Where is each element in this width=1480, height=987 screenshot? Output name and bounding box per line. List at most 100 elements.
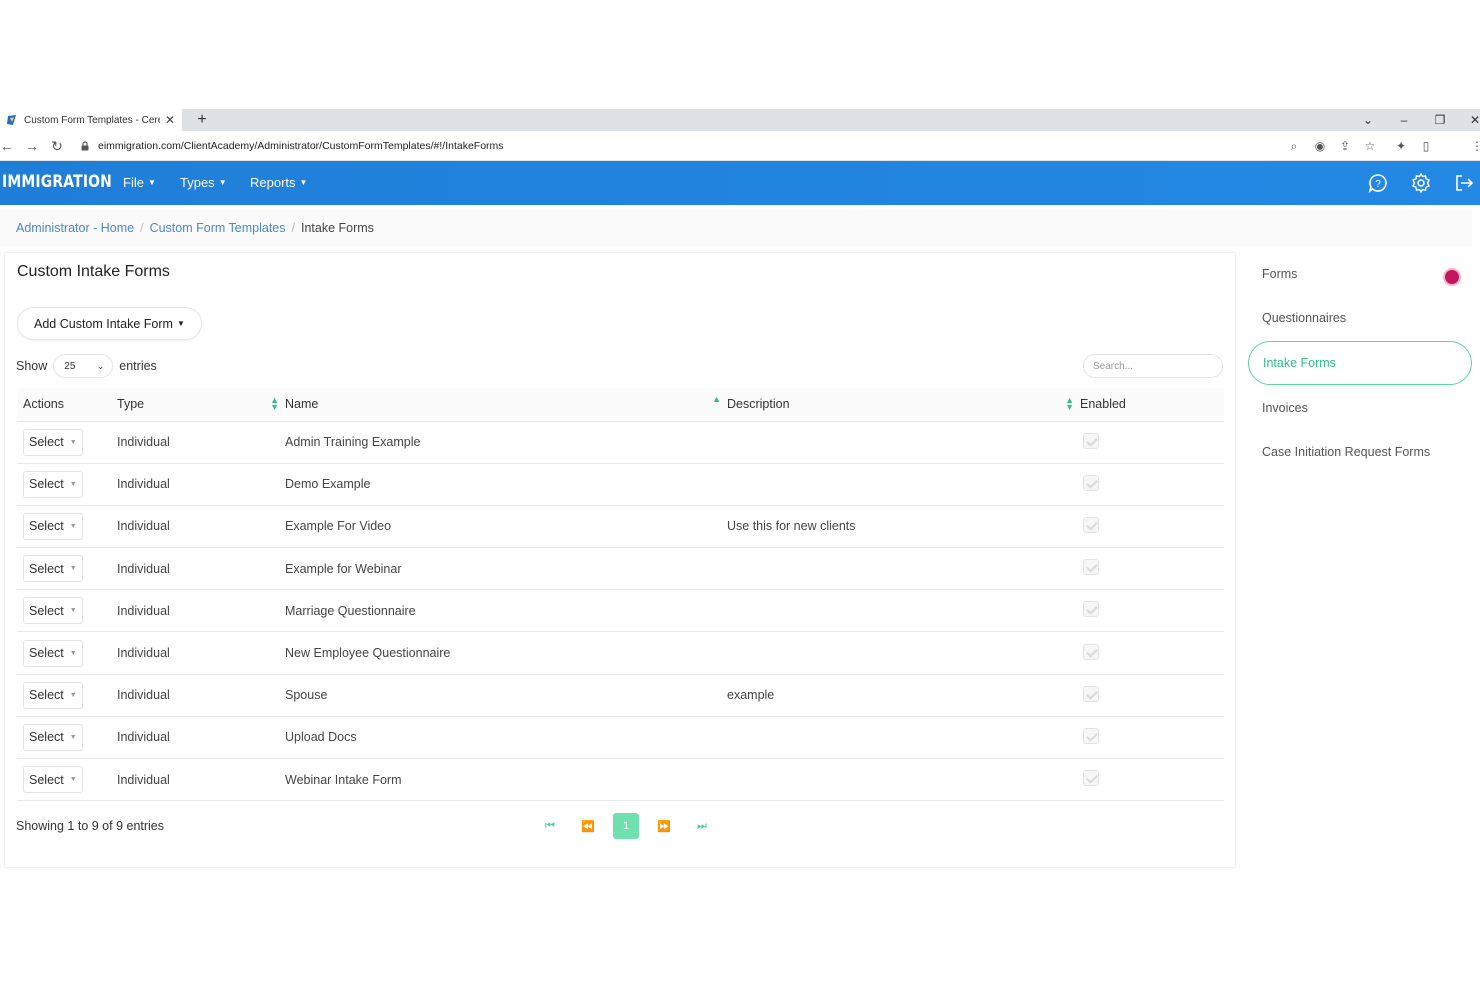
- app-header: IMMIGRATION File ▼ Types ▼ Reports ▼ ?: [0, 161, 1480, 205]
- side-nav-item-forms[interactable]: Forms: [1248, 252, 1472, 296]
- close-tab-icon[interactable]: ✕: [164, 113, 176, 127]
- zoom-icon[interactable]: ⌕: [1284, 136, 1304, 156]
- add-custom-intake-form-button[interactable]: Add Custom Intake Form ▼: [17, 307, 202, 340]
- column-header-label: Description: [727, 397, 790, 412]
- caret-down-icon: ▼: [176, 319, 185, 328]
- main-card: Custom Intake Forms Add Custom Intake Fo…: [4, 252, 1236, 868]
- lock-icon: [81, 141, 89, 151]
- previous-page-icon[interactable]: ⏪: [575, 813, 601, 839]
- first-page-icon[interactable]: ⏮: [537, 813, 563, 839]
- column-header-type[interactable]: Type ▲ ▼: [117, 388, 285, 422]
- enabled-checkbox[interactable]: [1083, 474, 1099, 491]
- tab-search-icon[interactable]: ⌄: [1353, 109, 1383, 131]
- enabled-checkbox[interactable]: [1083, 770, 1099, 787]
- side-nav-item-intake-forms[interactable]: Intake Forms: [1248, 341, 1472, 385]
- row-select-dropdown[interactable]: Select ▼: [23, 723, 83, 751]
- url-field[interactable]: eimmigration.com/ClientAcademy/Administr…: [80, 136, 504, 156]
- table-row: Select ▼ Individual Example For Video Use th…: [17, 505, 1224, 549]
- breadcrumb: Administrator - Home / Custom Form Templ…: [0, 210, 1472, 246]
- side-nav-label: Intake Forms: [1263, 356, 1336, 370]
- cell-actions: Select ▼: [17, 589, 117, 633]
- next-page-icon[interactable]: ⏩: [651, 813, 677, 839]
- cell-actions: Select ▼: [17, 505, 117, 549]
- cell-name: Example for Webinar: [285, 547, 727, 591]
- gear-icon[interactable]: [1410, 172, 1432, 194]
- brand-logo[interactable]: IMMIGRATION: [2, 172, 112, 192]
- table-row: Select ▼ Individual Webinar Intake Form: [17, 758, 1224, 802]
- column-header-actions: Actions: [17, 388, 117, 422]
- browser-tab[interactable]: Custom Form Templates - Ceren ✕: [0, 109, 182, 131]
- enabled-checkbox[interactable]: [1083, 601, 1099, 618]
- eye-icon[interactable]: ◉: [1310, 136, 1330, 156]
- column-header-description[interactable]: Description ▲ ▼: [727, 388, 1080, 422]
- enabled-checkbox[interactable]: [1083, 685, 1099, 702]
- row-select-dropdown[interactable]: Select ▼: [23, 428, 83, 456]
- side-nav-item-questionnaires[interactable]: Questionnaires: [1248, 296, 1472, 340]
- entries-count-select[interactable]: 25 ⌄: [53, 354, 114, 378]
- row-select-dropdown[interactable]: Select ▼: [23, 597, 83, 625]
- column-header-label: Type: [117, 397, 145, 412]
- last-page-icon[interactable]: ⏭: [689, 813, 715, 839]
- table-row: Select ▼ Individual Admin Training Example: [17, 421, 1224, 464]
- breadcrumb-separator: /: [140, 221, 144, 235]
- cell-enabled: [1080, 589, 1224, 633]
- cell-type: Individual: [117, 758, 285, 802]
- svg-text:?: ?: [1375, 179, 1381, 190]
- page-button-current[interactable]: 1: [613, 813, 639, 839]
- enabled-checkbox[interactable]: [1083, 432, 1099, 449]
- caret-down-icon: ▼: [69, 607, 77, 615]
- browser-menu-icon[interactable]: ⋮: [1467, 136, 1480, 156]
- cell-name: Admin Training Example: [285, 421, 727, 464]
- share-icon[interactable]: ⇪: [1335, 136, 1355, 156]
- column-header-enabled[interactable]: Enabled: [1080, 388, 1224, 422]
- window-close-icon[interactable]: ✕: [1460, 109, 1480, 131]
- side-nav-item-case-initiation-request-forms[interactable]: Case Initiation Request Forms: [1248, 430, 1472, 474]
- show-label: Show: [16, 359, 48, 373]
- menu-reports[interactable]: Reports ▼: [250, 175, 307, 190]
- breadcrumb-custom-form-templates[interactable]: Custom Form Templates: [150, 221, 286, 235]
- address-bar: ← → ↻ eimmigration.com/ClientAcademy/Adm…: [0, 131, 1480, 286]
- row-select-dropdown[interactable]: Select ▼: [23, 681, 83, 709]
- row-select-dropdown[interactable]: Select ▼: [23, 512, 83, 540]
- enabled-checkbox[interactable]: [1083, 559, 1099, 576]
- select-label: Select: [29, 519, 64, 534]
- screen: Custom Form Templates - Ceren ✕ + ⌄ – ❐ …: [0, 0, 1480, 987]
- cell-name: New Employee Questionnaire: [285, 631, 727, 675]
- row-select-dropdown[interactable]: Select ▼: [23, 766, 83, 794]
- reload-icon[interactable]: ↻: [47, 136, 67, 156]
- cell-type: Individual: [117, 463, 285, 506]
- extensions-puzzle-icon[interactable]: ✦: [1391, 136, 1411, 156]
- minimize-icon[interactable]: –: [1389, 109, 1419, 131]
- side-panel-icon[interactable]: ▯: [1416, 136, 1436, 156]
- help-icon[interactable]: ?: [1367, 172, 1389, 194]
- site-favicon-icon: [7, 115, 16, 125]
- bookmark-star-icon[interactable]: ☆: [1360, 136, 1380, 156]
- enabled-checkbox[interactable]: [1083, 727, 1099, 744]
- cell-actions: Select ▼: [17, 421, 117, 464]
- search-input[interactable]: Search...: [1083, 354, 1223, 378]
- row-select-dropdown[interactable]: Select ▼: [23, 639, 83, 667]
- breadcrumb-home[interactable]: Administrator - Home: [16, 221, 134, 235]
- cell-enabled: [1080, 421, 1224, 464]
- row-select-dropdown[interactable]: Select ▼: [23, 470, 83, 498]
- enabled-checkbox[interactable]: [1083, 516, 1099, 533]
- cell-actions: Select ▼: [17, 631, 117, 675]
- logout-icon[interactable]: [1453, 172, 1475, 194]
- side-nav-label: Questionnaires: [1262, 311, 1347, 325]
- url-text: eimmigration.com/ClientAcademy/Administr…: [98, 140, 504, 152]
- row-select-dropdown[interactable]: Select ▼: [23, 555, 83, 583]
- side-nav-item-invoices[interactable]: Invoices: [1248, 386, 1472, 430]
- entries-label: entries: [119, 359, 157, 373]
- restore-icon[interactable]: ❐: [1425, 109, 1455, 131]
- new-tab-icon[interactable]: +: [192, 110, 212, 130]
- forward-icon[interactable]: →: [22, 136, 42, 156]
- back-icon[interactable]: ←: [0, 136, 17, 156]
- column-header-name[interactable]: Name ▲: [285, 388, 727, 422]
- cell-actions: Select ▼: [17, 674, 117, 717]
- browser-tab-bar: Custom Form Templates - Ceren ✕ + ⌄ – ❐ …: [0, 109, 1480, 131]
- breadcrumb-separator: /: [291, 221, 295, 235]
- menu-types[interactable]: Types ▼: [180, 175, 227, 190]
- enabled-checkbox[interactable]: [1083, 643, 1099, 660]
- menu-file[interactable]: File ▼: [123, 175, 156, 190]
- select-label: Select: [29, 646, 64, 661]
